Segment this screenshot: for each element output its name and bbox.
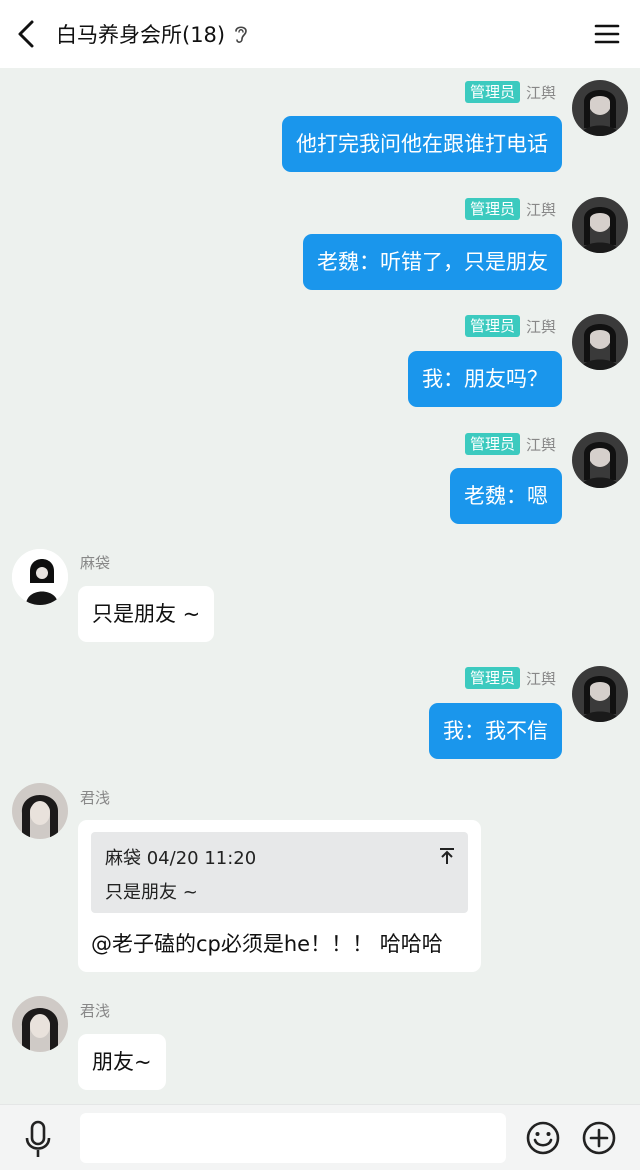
- title-group[interactable]: 白马养身会所(18): [56, 0, 249, 68]
- chat-title[interactable]: 白马养身会所(18): [56, 19, 225, 49]
- microphone-icon[interactable]: [22, 1119, 54, 1159]
- sender-name: 君浅: [80, 1002, 111, 1020]
- avatar[interactable]: [12, 549, 68, 605]
- composer-bar: [0, 1104, 640, 1170]
- avatar[interactable]: [572, 666, 628, 722]
- sender-meta: 管理员 江舆: [464, 432, 556, 456]
- avatar[interactable]: [12, 996, 68, 1052]
- incoming-message-bubble[interactable]: 麻袋 04/20 11:20 只是朋友 ~ @老子磕的cp必须是he！！！ 哈哈…: [78, 820, 481, 972]
- avatar[interactable]: [572, 432, 628, 488]
- quote-text: 只是朋友 ~: [105, 882, 198, 903]
- sender-meta: 管理员 江舆: [464, 314, 556, 338]
- quoted-message[interactable]: 麻袋 04/20 11:20 只是朋友 ~: [91, 832, 468, 913]
- sender-name: 麻袋: [80, 554, 111, 572]
- avatar[interactable]: [572, 314, 628, 370]
- hamburger-menu-icon[interactable]: [594, 20, 620, 48]
- jump-to-top-icon[interactable]: [438, 846, 456, 866]
- smiley-icon[interactable]: [525, 1120, 561, 1156]
- sender-name: 君浅: [80, 789, 111, 807]
- ear-icon: [235, 26, 247, 43]
- outgoing-message-bubble[interactable]: 他打完我问他在跟谁打电话: [282, 116, 562, 172]
- sender-name: 江舆: [525, 435, 556, 454]
- sender-name: 江舆: [525, 669, 556, 688]
- quote-author-time: 麻袋 04/20 11:20: [105, 848, 257, 869]
- top-bar: 白马养身会所(18): [0, 0, 640, 68]
- avatar[interactable]: [572, 80, 628, 136]
- avatar[interactable]: [12, 783, 68, 839]
- message-text: @老子磕的cp必须是he！！！ 哈哈哈: [91, 932, 443, 956]
- sender-name: 江舆: [525, 317, 556, 336]
- chevron-left-icon[interactable]: [10, 14, 46, 54]
- outgoing-message-bubble[interactable]: 我：我不信: [429, 703, 562, 759]
- incoming-message-bubble[interactable]: 朋友~: [78, 1034, 166, 1090]
- outgoing-message-bubble[interactable]: 老魏：听错了，只是朋友: [303, 234, 562, 290]
- sender-name: 江舆: [525, 200, 556, 219]
- incoming-message-bubble[interactable]: 只是朋友 ~: [78, 586, 215, 642]
- outgoing-message-bubble[interactable]: 我：朋友吗？: [408, 351, 562, 407]
- plus-circle-icon[interactable]: [581, 1120, 617, 1156]
- admin-badge: 管理员: [464, 198, 520, 220]
- sender-meta: 管理员 江舆: [464, 197, 556, 221]
- admin-badge: 管理员: [464, 667, 520, 689]
- admin-badge: 管理员: [464, 315, 520, 337]
- sender-meta: 管理员 江舆: [464, 80, 556, 104]
- avatar[interactable]: [572, 197, 628, 253]
- admin-badge: 管理员: [464, 81, 520, 103]
- admin-badge: 管理员: [464, 433, 520, 455]
- outgoing-message-bubble[interactable]: 老魏：嗯: [450, 468, 562, 524]
- message-input[interactable]: [80, 1113, 506, 1163]
- sender-name: 江舆: [525, 83, 556, 102]
- sender-meta: 管理员 江舆: [464, 666, 556, 690]
